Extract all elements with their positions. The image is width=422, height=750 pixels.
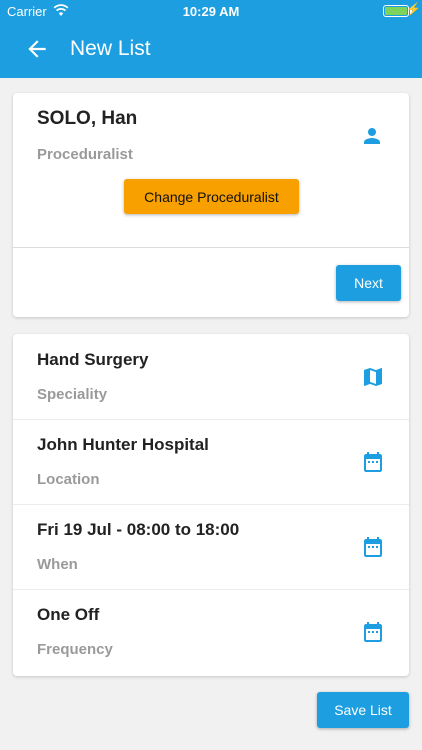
save-list-button[interactable]: Save List <box>317 692 409 728</box>
list-details-card: Hand Surgery Speciality John Hunter Hosp… <box>13 334 409 676</box>
calendar-icon[interactable] <box>361 535 385 559</box>
speciality-row[interactable]: Hand Surgery Speciality <box>13 334 409 419</box>
frequency-label: Frequency <box>37 641 113 658</box>
change-proceduralist-button[interactable]: Change Proceduralist <box>124 179 299 214</box>
arrow-left-icon <box>28 40 46 58</box>
calendar-icon[interactable] <box>361 450 385 474</box>
page-title: New List <box>70 37 151 60</box>
proceduralist-label: Proceduralist <box>37 146 133 163</box>
map-icon[interactable] <box>361 365 385 389</box>
frequency-value: One Off <box>37 605 100 624</box>
location-label: Location <box>37 471 100 488</box>
person-icon <box>360 124 384 148</box>
speciality-value: Hand Surgery <box>37 350 149 369</box>
proceduralist-card: SOLO, Han Proceduralist Change Procedura… <box>13 93 409 317</box>
next-button[interactable]: Next <box>336 265 401 301</box>
status-bar: Carrier 10:29 AM ⚡ <box>0 0 422 22</box>
status-time: 10:29 AM <box>182 4 240 19</box>
battery-fill <box>385 7 407 15</box>
location-value: John Hunter Hospital <box>37 435 209 454</box>
back-button[interactable] <box>24 36 50 62</box>
location-row[interactable]: John Hunter Hospital Location <box>13 419 409 504</box>
proceduralist-name: SOLO, Han <box>37 108 138 129</box>
when-row[interactable]: Fri 19 Jul - 08:00 to 18:00 When <box>13 504 409 589</box>
when-label: When <box>37 556 78 573</box>
speciality-label: Speciality <box>37 386 108 403</box>
app-header: Carrier 10:29 AM ⚡ New List <box>0 0 422 78</box>
charging-icon: ⚡ <box>406 2 421 16</box>
when-value: Fri 19 Jul - 08:00 to 18:00 <box>37 520 240 539</box>
calendar-icon[interactable] <box>361 620 385 644</box>
card-divider <box>13 247 409 248</box>
frequency-row[interactable]: One Off Frequency <box>13 589 409 674</box>
